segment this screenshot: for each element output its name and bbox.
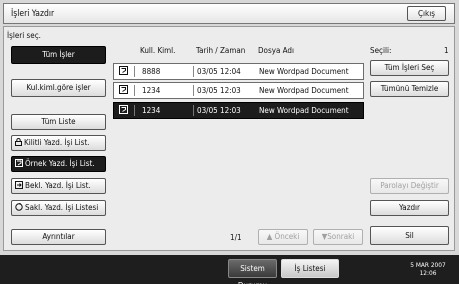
next-page-label: Sonraki xyxy=(327,232,355,241)
stored-print-icon xyxy=(15,202,23,215)
hold-print-icon xyxy=(15,180,23,193)
stored-print-list-label: Sakl. Yazd. İşi Listesi xyxy=(25,203,99,212)
next-page-button[interactable]: ▼Sonraki xyxy=(313,229,363,245)
select-jobs-label: İşleri seç. xyxy=(7,31,41,40)
previous-page-button[interactable]: ▲ Önceki xyxy=(258,229,308,245)
triangle-up-icon: ▲ xyxy=(266,232,273,241)
row-divider xyxy=(193,66,194,77)
row-user-id: 1234 xyxy=(142,106,161,115)
selected-label: Seçili: xyxy=(370,46,392,55)
clock: 5 MAR 2007 12:06 xyxy=(402,261,454,277)
row-user-id: 1234 xyxy=(142,86,161,95)
column-header-file-name: Dosya Adı xyxy=(258,46,294,55)
exit-button[interactable]: Çıkış xyxy=(407,6,446,21)
page-indicator: 1/1 xyxy=(230,233,242,242)
row-file-name: New Wordpad Document xyxy=(259,106,349,115)
page-title: İşleri Yazdır xyxy=(11,9,55,19)
row-divider xyxy=(134,66,135,77)
clock-date: 5 MAR 2007 xyxy=(410,261,446,269)
row-divider xyxy=(193,105,194,116)
locked-print-list-button[interactable]: Kilitli Yazd. İşi List. xyxy=(11,135,106,151)
row-file-name: New Wordpad Document xyxy=(259,67,349,76)
table-row[interactable]: 1234 03/05 12:03 New Wordpad Document xyxy=(113,82,364,99)
locked-print-list-label: Kilitli Yazd. İşi List. xyxy=(24,138,90,147)
bottom-bar: Sistem Durumu İş Listesi 5 MAR 2007 12:0… xyxy=(0,255,459,284)
all-jobs-button[interactable]: Tüm İşler xyxy=(11,46,106,64)
hold-print-list-label: Bekl. Yazd. İşi List. xyxy=(25,181,91,190)
change-password-button[interactable]: Parolayı Değiştir xyxy=(370,178,449,194)
column-header-datetime: Tarih / Zaman xyxy=(196,46,246,55)
table-row-selected[interactable]: 1234 03/05 12:03 New Wordpad Document xyxy=(113,102,364,119)
hold-print-list-button[interactable]: Bekl. Yazd. İşi List. xyxy=(11,178,106,194)
column-header-user-id: Kull. Kiml. xyxy=(140,46,176,55)
system-status-tab[interactable]: Sistem Durumu xyxy=(228,259,277,284)
sample-print-job-icon xyxy=(119,85,128,96)
sample-print-list-button[interactable]: Örnek Yazd. İşi List. xyxy=(11,156,106,172)
job-list-tab[interactable]: İş Listesi xyxy=(281,259,339,278)
sample-print-list-label: Örnek Yazd. İşi List. xyxy=(25,159,95,168)
details-button[interactable]: Ayrıntılar xyxy=(11,229,106,245)
row-divider xyxy=(193,85,194,96)
sample-print-job-icon xyxy=(119,66,128,77)
clear-all-button[interactable]: Tümünü Temizle xyxy=(370,81,449,97)
delete-button[interactable]: Sil xyxy=(370,226,449,245)
table-row[interactable]: 8888 03/05 12:04 New Wordpad Document xyxy=(113,63,364,80)
row-divider xyxy=(134,105,135,116)
jobs-by-user-id-button[interactable]: Kul.kiml.göre işler xyxy=(11,79,106,97)
row-file-name: New Wordpad Document xyxy=(259,86,349,95)
stored-print-list-button[interactable]: Sakl. Yazd. İşi Listesi xyxy=(11,200,106,216)
sample-print-icon xyxy=(15,158,23,171)
sample-print-job-icon xyxy=(119,105,128,116)
row-datetime: 03/05 12:03 xyxy=(197,86,241,95)
row-datetime: 03/05 12:04 xyxy=(197,67,241,76)
previous-page-label: Önceki xyxy=(274,232,300,241)
select-all-jobs-button[interactable]: Tüm İşleri Seç xyxy=(370,60,449,76)
row-datetime: 03/05 12:03 xyxy=(197,106,241,115)
print-button[interactable]: Yazdır xyxy=(370,200,449,216)
full-list-button[interactable]: Tüm Liste xyxy=(11,114,106,130)
clock-time: 12:06 xyxy=(419,269,437,277)
lock-icon xyxy=(15,137,22,150)
title-bar: İşleri Yazdır Çıkış xyxy=(3,3,455,24)
selected-count: 1 xyxy=(444,46,449,55)
row-divider xyxy=(134,85,135,96)
row-user-id: 8888 xyxy=(142,67,161,76)
